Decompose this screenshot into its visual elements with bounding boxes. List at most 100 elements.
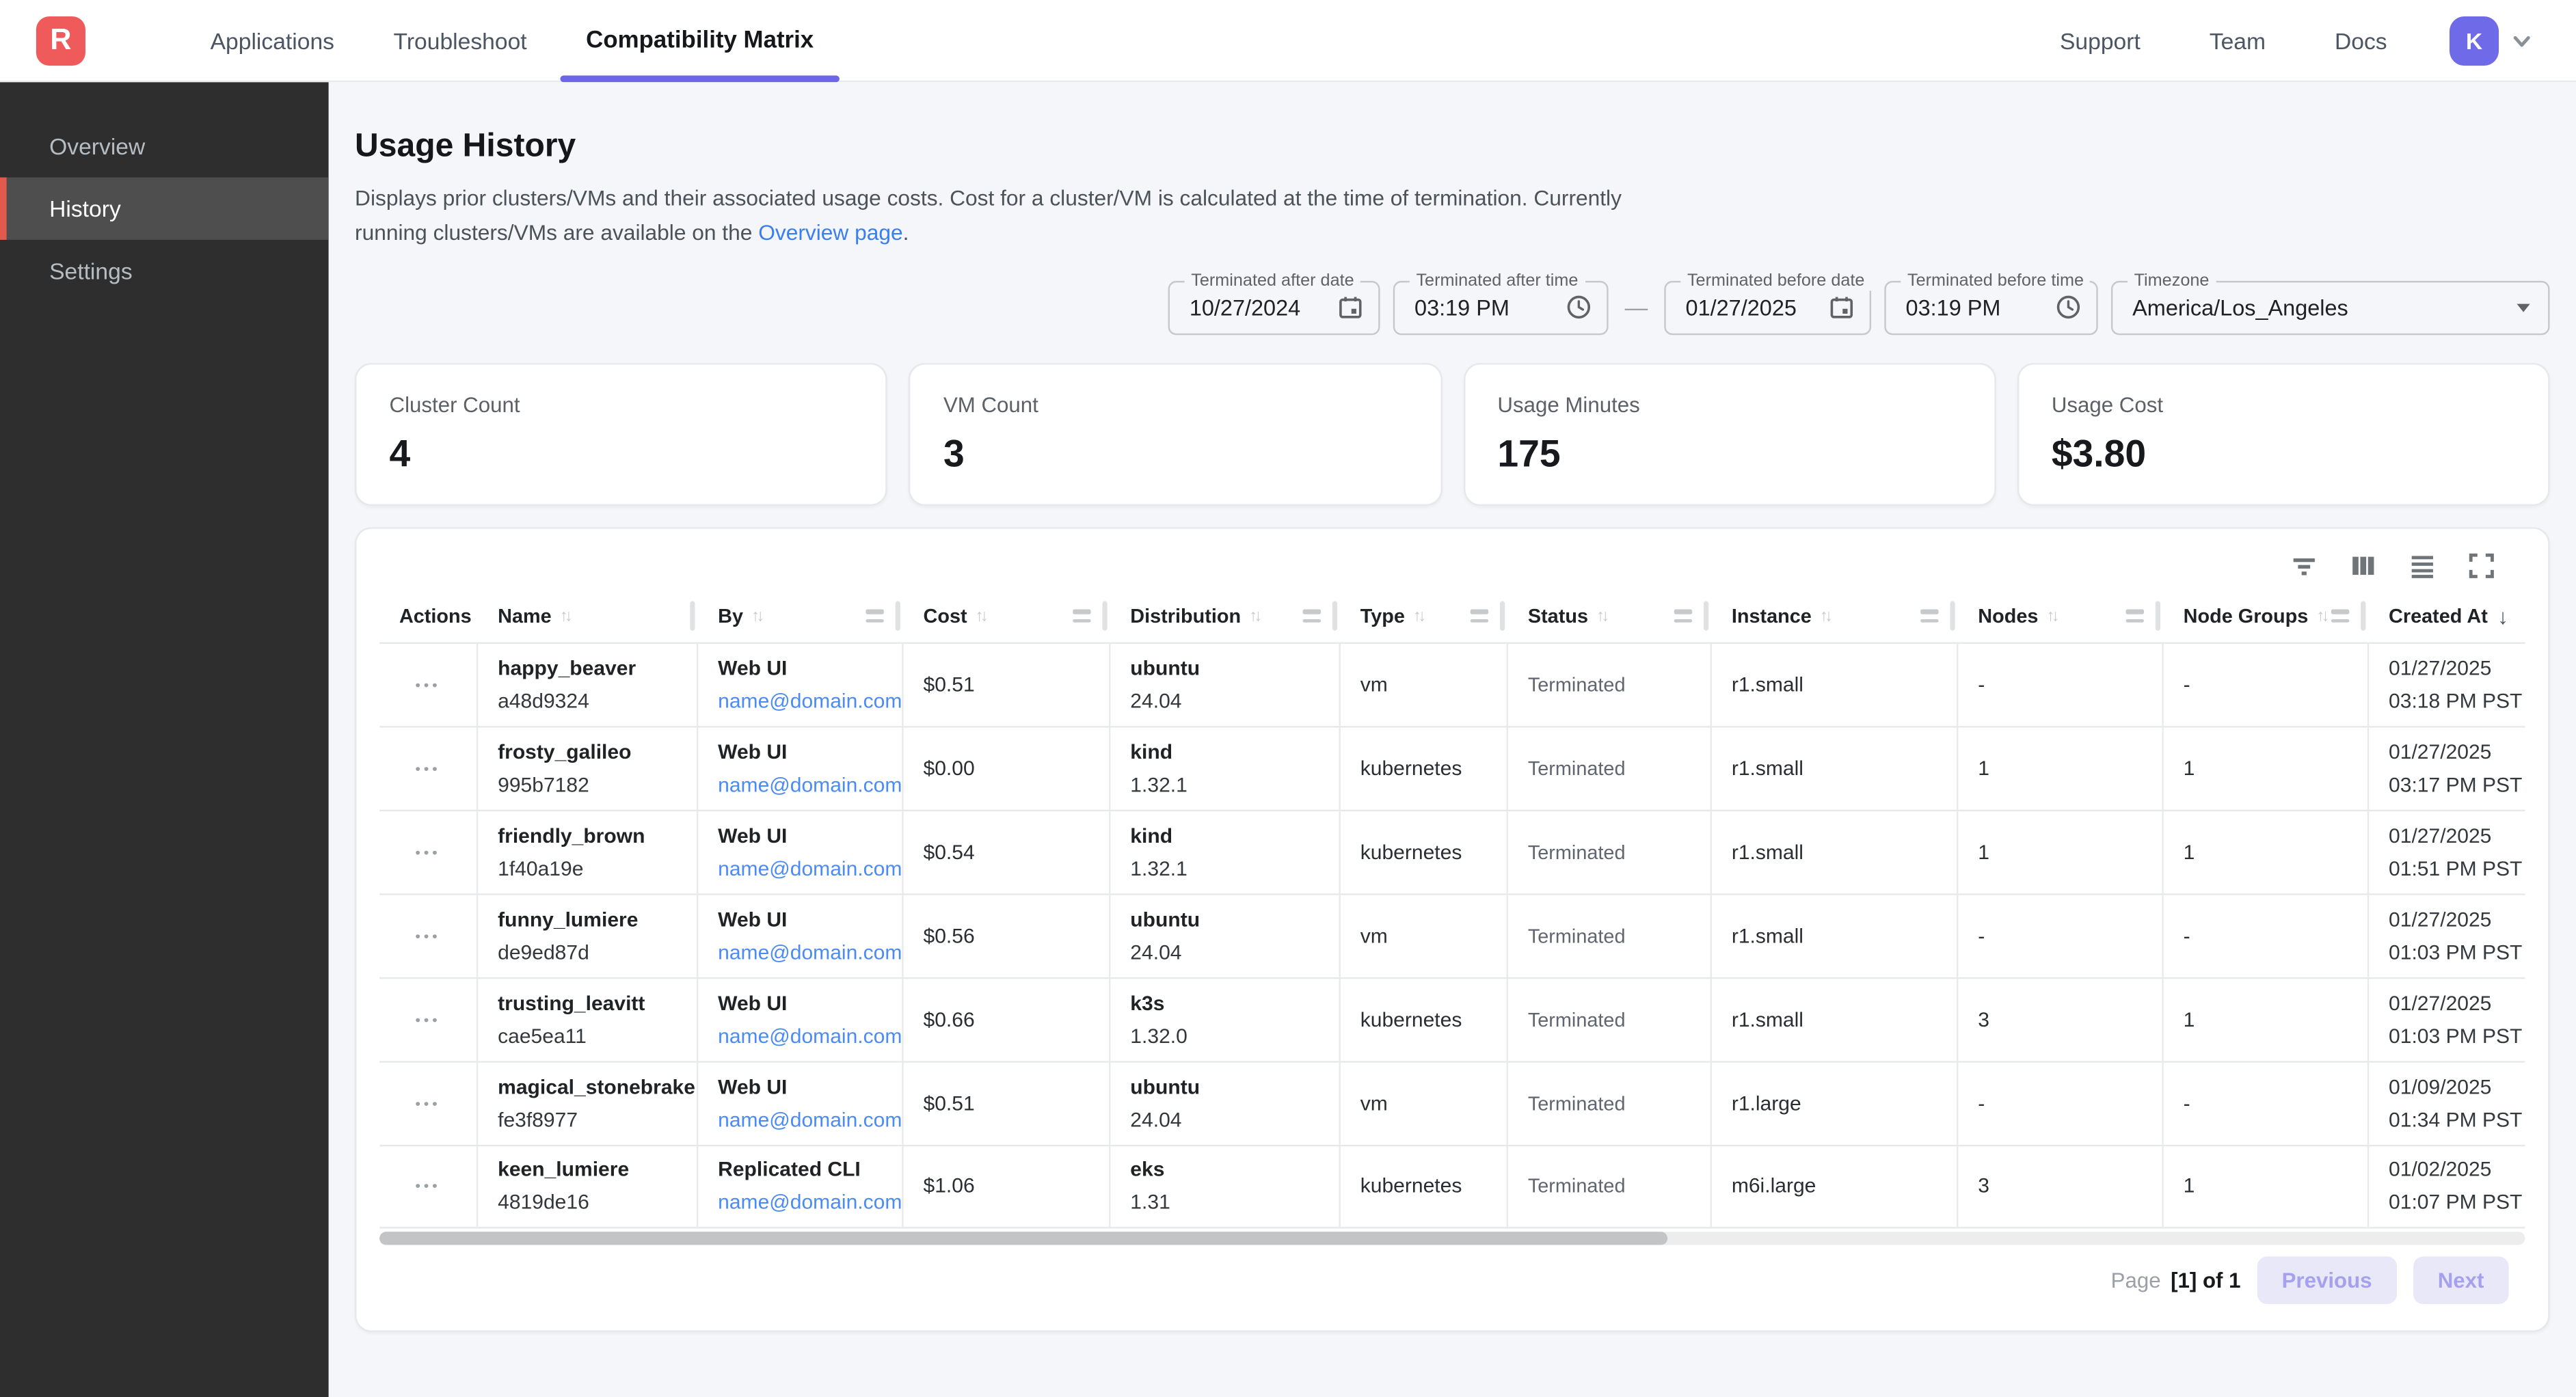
- column-header-instance[interactable]: Instance↑↓: [1712, 591, 1958, 641]
- column-header-node-groups[interactable]: Node Groups↑↓: [2164, 591, 2369, 641]
- sort-icon[interactable]: ↑↓: [560, 607, 569, 625]
- nav-link-support[interactable]: Support: [2060, 27, 2141, 53]
- row-actions-button[interactable]: •••: [415, 1012, 440, 1028]
- sort-icon[interactable]: ↑↓: [976, 607, 985, 625]
- sorted-desc-icon[interactable]: ↓: [2497, 604, 2508, 629]
- columns-icon[interactable]: [2349, 552, 2377, 580]
- column-label: Cost: [924, 605, 967, 628]
- user-avatar[interactable]: K: [2450, 16, 2499, 65]
- created-at-secondary-text: 01:07 PM PST: [2389, 1191, 2525, 1215]
- column-separator[interactable]: [690, 601, 695, 631]
- next-page-button[interactable]: Next: [2413, 1257, 2509, 1305]
- terminated-before-time-field[interactable]: Terminated before time 03:19 PM: [1884, 280, 2097, 334]
- status-text: Terminated: [1528, 1008, 1710, 1031]
- column-header-actions: Actions: [379, 591, 478, 641]
- sort-icon[interactable]: ↑↓: [1820, 607, 1829, 625]
- column-separator[interactable]: [1332, 601, 1337, 631]
- tab-troubleshoot[interactable]: Troubleshoot: [364, 0, 556, 81]
- previous-page-button[interactable]: Previous: [2257, 1257, 2397, 1305]
- dropdown-arrow-icon[interactable]: [2514, 297, 2534, 317]
- terminated-after-date-field[interactable]: Terminated after date 10/27/2024: [1168, 280, 1380, 334]
- distribution-secondary-text: 24.04: [1130, 1108, 1339, 1131]
- terminated-before-date-field[interactable]: Terminated before date 01/27/2025: [1664, 280, 1871, 334]
- cell-status: Terminated: [1508, 643, 1712, 725]
- column-header-cost[interactable]: Cost ↑↓: [904, 591, 1111, 641]
- nav-link-docs[interactable]: Docs: [2335, 27, 2387, 53]
- column-separator[interactable]: [2361, 601, 2365, 631]
- column-label: Distribution: [1130, 605, 1241, 628]
- nav-link-team[interactable]: Team: [2210, 27, 2266, 53]
- column-header-nodes[interactable]: Nodes↑↓: [1958, 591, 2163, 641]
- by-primary-text: Web UI: [718, 740, 902, 763]
- column-menu-icon[interactable]: [1920, 610, 1938, 623]
- cell-distribution: k3s1.32.0: [1110, 979, 1340, 1061]
- sort-icon[interactable]: ↑↓: [1596, 607, 1606, 625]
- sort-icon[interactable]: ↑↓: [751, 607, 761, 625]
- email-link[interactable]: name@domain.com: [718, 773, 902, 796]
- sort-icon[interactable]: ↑↓: [1413, 607, 1423, 625]
- column-separator[interactable]: [1102, 601, 1107, 631]
- column-header-created-at[interactable]: Created At↓: [2369, 591, 2525, 641]
- column-menu-icon[interactable]: [866, 610, 883, 623]
- tab-applications[interactable]: Applications: [180, 0, 364, 81]
- terminated-after-time-field[interactable]: Terminated after time 03:19 PM: [1393, 280, 1609, 334]
- sort-icon[interactable]: ↑↓: [2316, 607, 2326, 625]
- sidebar-item-overview[interactable]: Overview: [0, 115, 329, 177]
- calendar-icon[interactable]: [1829, 295, 1855, 321]
- horizontal-scrollbar[interactable]: [379, 1232, 2525, 1245]
- column-menu-icon[interactable]: [2331, 610, 2349, 623]
- fullscreen-icon[interactable]: [2467, 552, 2495, 580]
- column-header-distribution[interactable]: Distribution ↑↓: [1110, 591, 1340, 641]
- by-primary-text: Replicated CLI: [718, 1158, 902, 1182]
- email-link[interactable]: name@domain.com: [718, 940, 902, 964]
- column-menu-icon[interactable]: [2126, 610, 2144, 623]
- column-separator[interactable]: [1500, 601, 1505, 631]
- sidebar-item-settings[interactable]: Settings: [0, 240, 329, 302]
- row-actions-button[interactable]: •••: [415, 1095, 440, 1111]
- column-header-by[interactable]: By↑↓: [698, 591, 903, 641]
- calendar-icon[interactable]: [1337, 295, 1363, 321]
- email-link[interactable]: name@domain.com: [718, 1108, 902, 1131]
- column-separator[interactable]: [2156, 601, 2160, 631]
- density-icon[interactable]: [2409, 552, 2437, 580]
- page-indicator: [1] of 1: [2171, 1269, 2240, 1293]
- filter-icon[interactable]: [2290, 552, 2318, 580]
- column-header-name[interactable]: Name↑↓: [478, 591, 698, 641]
- horizontal-scrollbar-thumb[interactable]: [379, 1232, 1667, 1245]
- column-menu-icon[interactable]: [1303, 610, 1321, 623]
- chevron-down-icon[interactable]: [2510, 29, 2534, 52]
- replicated-logo[interactable]: R: [36, 16, 85, 65]
- tab-compatibility-matrix[interactable]: Compatibility Matrix: [556, 0, 844, 81]
- name-primary-text: funny_lumiere: [498, 908, 697, 931]
- clock-icon[interactable]: [2055, 295, 2081, 321]
- column-menu-icon[interactable]: [1471, 610, 1488, 623]
- timezone-select[interactable]: Timezone America/Los_Angeles: [2111, 280, 2550, 334]
- column-separator[interactable]: [1950, 601, 1955, 631]
- row-actions-button[interactable]: •••: [415, 843, 440, 860]
- row-actions-button[interactable]: •••: [415, 927, 440, 944]
- column-menu-icon[interactable]: [1073, 610, 1090, 623]
- column-header-type[interactable]: Type↑↓: [1341, 591, 1508, 641]
- email-link[interactable]: name@domain.com: [718, 857, 902, 880]
- column-menu-icon[interactable]: [1674, 610, 1692, 623]
- status-text: Terminated: [1528, 1175, 1710, 1198]
- sidebar-item-history[interactable]: History: [0, 178, 329, 240]
- email-link[interactable]: name@domain.com: [718, 1025, 902, 1048]
- column-header-status[interactable]: Status↑↓: [1508, 591, 1712, 641]
- cell-type: vm: [1341, 1062, 1508, 1144]
- column-separator[interactable]: [1704, 601, 1708, 631]
- row-actions-button[interactable]: •••: [415, 1178, 440, 1195]
- sort-icon[interactable]: ↑↓: [2046, 607, 2056, 625]
- instance-text: m6i.large: [1732, 1175, 1957, 1198]
- overview-page-link[interactable]: Overview page: [758, 220, 902, 245]
- email-link[interactable]: name@domain.com: [718, 690, 902, 713]
- row-actions-button[interactable]: •••: [415, 676, 440, 692]
- sort-icon[interactable]: ↑↓: [1249, 607, 1259, 625]
- email-link[interactable]: name@domain.com: [718, 1191, 902, 1215]
- row-actions-button[interactable]: •••: [415, 760, 440, 776]
- instance-text: r1.small: [1732, 1008, 1957, 1031]
- cell-created-at: 01/27/202501:03 PM PST: [2369, 895, 2525, 977]
- clock-icon[interactable]: [1566, 295, 1592, 321]
- stat-label: Cluster Count: [390, 392, 853, 417]
- column-separator[interactable]: [896, 601, 900, 631]
